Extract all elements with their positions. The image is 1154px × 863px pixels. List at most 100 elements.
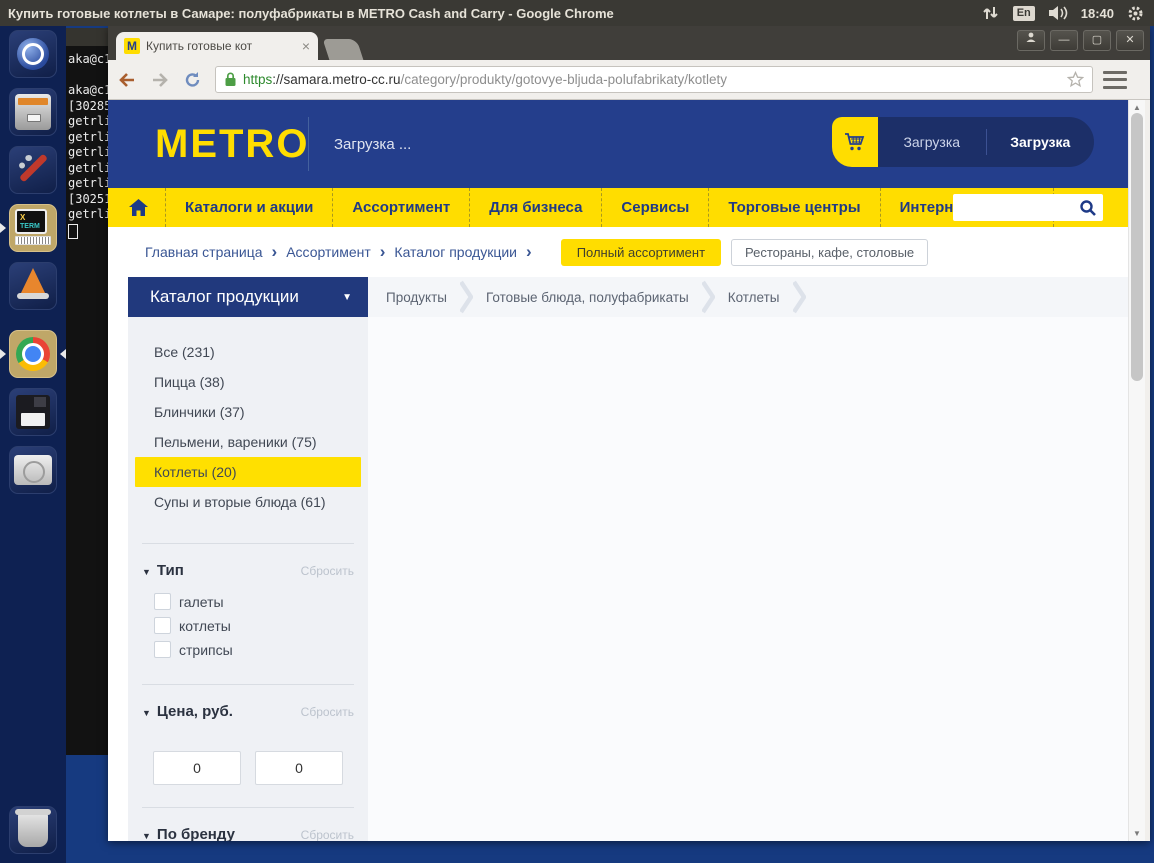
xterm-window[interactable]: aka@c1 aka@c1 [30285 getrli getrli getrl…	[66, 28, 110, 755]
menu-button[interactable]	[1103, 71, 1127, 89]
nav-item-assortment[interactable]: Ассортимент	[333, 188, 470, 227]
tab-strip: M Купить готовые кот × — ▢ ✕	[108, 26, 1150, 60]
collapse-triangle-icon[interactable]: ▼	[142, 567, 151, 577]
reload-button[interactable]	[179, 66, 207, 94]
filter-type-title[interactable]: Тип	[157, 562, 184, 579]
terminal-line	[66, 68, 110, 84]
reset-type-link[interactable]: Сбросить	[301, 564, 354, 578]
page-scrollbar[interactable]: ▲ ▼	[1128, 100, 1145, 841]
url-text: https://samara.metro-cc.ru/category/prod…	[243, 72, 1061, 87]
collapse-triangle-icon[interactable]: ▼	[142, 831, 151, 841]
forward-button[interactable]	[146, 66, 174, 94]
category-pancakes[interactable]: Блинчики (37)	[128, 397, 368, 427]
chevron-right-icon: ›	[272, 245, 278, 259]
filter-brand-header: ▼ По бренду Сбросить	[128, 808, 368, 841]
unity-launcher: XTERM	[0, 26, 66, 863]
nav-item-business[interactable]: Для бизнеса	[470, 188, 602, 227]
category-dumplings[interactable]: Пельмени, вареники (75)	[128, 427, 368, 457]
catalog-title: Каталог продукции	[150, 287, 299, 307]
site-header: METRO Загрузка ... Загрузка Загрузка	[108, 100, 1128, 188]
cart-button[interactable]	[832, 117, 878, 167]
type-option-label[interactable]: стрипсы	[179, 642, 233, 658]
search-icon[interactable]	[1079, 199, 1097, 217]
profile-avatar-button[interactable]	[1017, 30, 1045, 51]
filter-type-header: ▼ Тип Сбросить	[128, 544, 368, 580]
scroll-up-icon[interactable]: ▲	[1129, 103, 1145, 112]
address-bar[interactable]: https://samara.metro-cc.ru/category/prod…	[215, 66, 1093, 93]
checkbox-stripsy[interactable]	[154, 641, 171, 658]
keyboard-layout-indicator[interactable]: En	[1013, 6, 1035, 21]
path-products[interactable]: Продукты	[386, 290, 447, 305]
hard-drive-icon[interactable]	[9, 446, 57, 494]
trash-icon[interactable]	[9, 806, 57, 854]
collapse-triangle-icon[interactable]: ▼	[142, 708, 151, 718]
breadcrumb-home[interactable]: Главная страница	[145, 244, 263, 260]
price-min-input[interactable]	[153, 751, 241, 785]
full-assortment-button[interactable]: Полный ассортимент	[561, 239, 721, 266]
tab-close-icon[interactable]: ×	[302, 39, 310, 53]
volume-icon[interactable]	[1048, 5, 1068, 21]
xterm-icon[interactable]: XTERM	[9, 204, 57, 252]
path-ready-meals[interactable]: Готовые блюда, полуфабрикаты	[486, 290, 689, 305]
tab-stub[interactable]	[323, 39, 364, 60]
category-all[interactable]: Все (231)	[128, 337, 368, 367]
network-updown-icon[interactable]	[982, 5, 1000, 21]
window-frame-edge	[1145, 100, 1150, 841]
scroll-down-icon[interactable]: ▼	[1129, 829, 1145, 838]
reset-price-link[interactable]: Сбросить	[301, 705, 354, 719]
type-option-row: галеты	[128, 586, 368, 610]
nav-item-catalogs[interactable]: Каталоги и акции	[166, 188, 333, 227]
terminal-line: [30285	[66, 99, 110, 115]
category-cutlets-active[interactable]: Котлеты (20)	[135, 457, 361, 487]
price-max-input[interactable]	[255, 751, 343, 785]
chrome-icon[interactable]	[9, 330, 57, 378]
home-icon	[128, 198, 149, 217]
breadcrumb-assortment[interactable]: Ассортимент	[286, 244, 371, 260]
checkbox-galety[interactable]	[154, 593, 171, 610]
bookmark-star-icon[interactable]	[1067, 71, 1084, 88]
path-cutlets[interactable]: Котлеты	[728, 290, 780, 305]
type-option-label[interactable]: котлеты	[179, 618, 231, 634]
header-divider	[308, 117, 309, 171]
category-pizza[interactable]: Пицца (38)	[128, 367, 368, 397]
browser-tab[interactable]: M Купить готовые кот ×	[116, 32, 318, 60]
session-gear-icon[interactable]	[1127, 5, 1144, 22]
catalog-dropdown[interactable]: Каталог продукции ▼	[128, 277, 368, 317]
filter-price-title[interactable]: Цена, руб.	[157, 703, 233, 720]
breadcrumb: Главная страница › Ассортимент › Каталог…	[108, 227, 1128, 277]
nav-item-stores[interactable]: Торговые центры	[709, 188, 880, 227]
file-cabinet-icon[interactable]	[9, 88, 57, 136]
metro-logo[interactable]: METRO	[155, 122, 309, 167]
floppy-icon[interactable]	[9, 388, 57, 436]
terminal-line: aka@c1	[66, 83, 110, 99]
vlc-icon[interactable]	[9, 262, 57, 310]
chevron-separator-icon	[702, 280, 715, 314]
terminal-line: getrli	[66, 176, 110, 192]
category-soups[interactable]: Супы и вторые блюда (61)	[128, 487, 368, 517]
nav-item-services[interactable]: Сервисы	[602, 188, 709, 227]
search-input[interactable]	[959, 199, 1079, 216]
ubuntu-logo-icon	[17, 38, 49, 70]
type-option-row: стрипсы	[128, 634, 368, 658]
reset-brand-link[interactable]: Сбросить	[301, 828, 354, 841]
breadcrumb-catalog[interactable]: Каталог продукции	[394, 244, 517, 260]
checkbox-kotlety[interactable]	[154, 617, 171, 634]
type-option-label[interactable]: галеты	[179, 594, 224, 610]
back-button[interactable]	[113, 66, 141, 94]
restaurants-button[interactable]: Рестораны, кафе, столовые	[731, 239, 928, 266]
cart-status-label[interactable]: Загрузка	[878, 134, 986, 150]
running-indicator-arrow	[0, 349, 6, 359]
price-range	[128, 721, 368, 785]
filter-price-header: ▼ Цена, руб. Сбросить	[128, 685, 368, 721]
maximize-button[interactable]: ▢	[1083, 30, 1111, 51]
minimize-button[interactable]: —	[1050, 30, 1078, 51]
system-settings-icon[interactable]	[9, 146, 57, 194]
clock[interactable]: 18:40	[1081, 6, 1114, 21]
login-status-label[interactable]: Загрузка	[987, 134, 1095, 150]
dash-home-icon[interactable]	[9, 30, 57, 78]
close-button[interactable]: ✕	[1116, 30, 1144, 51]
filter-brand-title[interactable]: По бренду	[157, 826, 235, 841]
scrollbar-thumb[interactable]	[1131, 113, 1143, 381]
nav-home[interactable]	[108, 188, 166, 227]
site-search	[953, 194, 1103, 221]
